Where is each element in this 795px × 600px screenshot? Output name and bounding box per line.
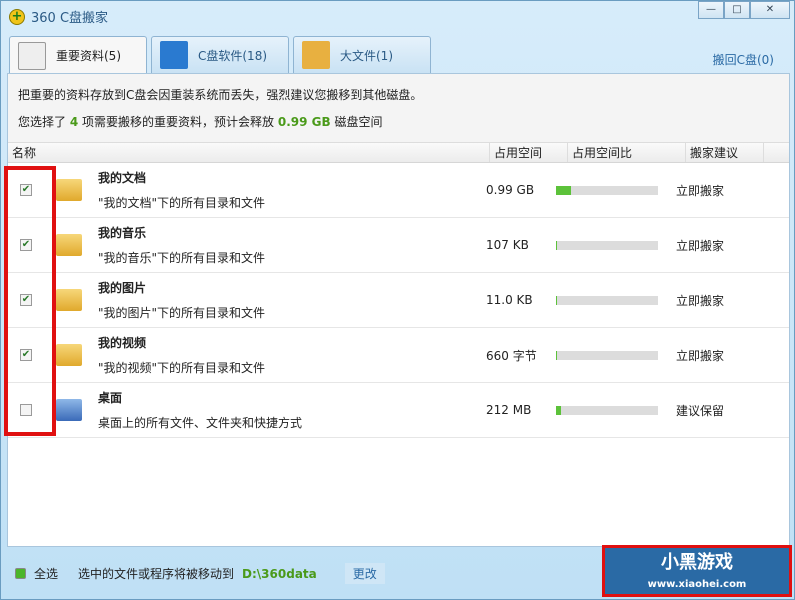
tab-large-files[interactable]: 大文件(1) xyxy=(293,36,431,73)
folder-icon xyxy=(56,344,82,366)
tab-c-drive-software[interactable]: C盘软件(18) xyxy=(151,36,289,73)
row-size: 107 KB xyxy=(486,238,529,252)
c-drive-icon xyxy=(160,41,188,69)
row-name: 桌面 xyxy=(98,391,123,405)
info-section: 把重要的资料存放到C盘会因重装系统而丢失，强烈建议您搬移到其他磁盘。 您选择了 … xyxy=(8,74,789,143)
documents-star-icon xyxy=(18,41,46,70)
desktop-icon xyxy=(56,399,82,421)
row-name: 我的文档 xyxy=(98,171,147,185)
select-all-label[interactable]: 全选 xyxy=(34,565,58,582)
watermark-logo: 小黑游戏 www.xiaohei.com xyxy=(602,545,792,597)
ratio-fill xyxy=(556,295,558,305)
move-text: 选中的文件或程序将被移动到 xyxy=(78,567,235,581)
table-row[interactable]: ✔ 我的视频 "我的视频"下的所有目录和文件 660 字节 立即搬家 xyxy=(8,328,789,383)
row-desc: "我的音乐"下的所有目录和文件 xyxy=(98,251,266,265)
col-name[interactable]: 名称 xyxy=(8,143,490,162)
tab-important-data[interactable]: 重要资料(5) xyxy=(9,36,147,74)
row-desc: 桌面上的所有文件、文件夹和快捷方式 xyxy=(98,416,303,430)
row-size: 11.0 KB xyxy=(486,293,533,307)
table-row[interactable]: 桌面桌面上的所有文件、文件夹和快捷方式 212 MB 建议保留 xyxy=(8,383,789,438)
ratio-bar xyxy=(556,405,658,415)
footer: 全选 选中的文件或程序将被移动到 D:\360data 更改 xyxy=(15,563,385,584)
app-logo-icon: + xyxy=(9,8,25,25)
ratio-bar xyxy=(556,240,658,250)
minimize-button[interactable]: — xyxy=(698,1,724,19)
ratio-bar xyxy=(556,185,658,195)
ratio-bar xyxy=(556,350,658,360)
row-name: 我的音乐 xyxy=(98,226,147,240)
row-desc: "我的视频"下的所有目录和文件 xyxy=(98,361,266,375)
table-row[interactable]: ✔ 我的文档 "我的文档"下的所有目录和文件 0.99 GB 立即搬家 xyxy=(8,163,789,218)
row-desc: "我的图片"下的所有目录和文件 xyxy=(98,306,266,320)
ratio-fill xyxy=(556,185,572,195)
folder-icon xyxy=(56,234,82,256)
select-all-checkbox[interactable] xyxy=(15,568,26,579)
restore-link[interactable]: 搬回C盘(0) xyxy=(713,51,774,68)
ratio-fill xyxy=(556,405,562,415)
app-window: + 360 C盘搬家 — □ ✕ 重要资料(5) C盘软件(18) 大文件(1)… xyxy=(0,0,795,600)
row-desc: "我的文档"下的所有目录和文件 xyxy=(98,196,266,210)
folder-icon xyxy=(56,179,82,201)
row-advice: 建议保留 xyxy=(676,403,725,418)
warning-text: 把重要的资料存放到C盘会因重装系统而丢失，强烈建议您搬移到其他磁盘。 xyxy=(18,88,423,102)
close-button[interactable]: ✕ xyxy=(750,1,790,19)
row-name: 我的图片 xyxy=(98,281,147,295)
row-advice: 立即搬家 xyxy=(676,238,725,253)
row-advice: 立即搬家 xyxy=(676,348,725,363)
maximize-button[interactable]: □ xyxy=(724,1,750,19)
row-size: 660 字节 xyxy=(486,348,537,363)
folder-icon xyxy=(302,41,330,69)
ratio-fill xyxy=(556,350,558,360)
row-size: 212 MB xyxy=(486,403,532,417)
row-name: 我的视频 xyxy=(98,336,147,350)
target-path: D:\360data xyxy=(242,566,317,581)
summary-text: 您选择了 4 项需要搬移的重要资料，预计会释放 0.99 GB 磁盘空间 xyxy=(18,115,383,129)
tab-label: C盘软件(18) xyxy=(198,48,268,63)
tab-label: 重要资料(5) xyxy=(56,49,121,63)
col-size[interactable]: 占用空间 xyxy=(490,143,568,162)
title-bar: + 360 C盘搬家 xyxy=(9,7,108,26)
change-button[interactable]: 更改 xyxy=(344,563,385,584)
tab-label: 大文件(1) xyxy=(340,48,393,63)
ratio-bar xyxy=(556,295,658,305)
folder-icon xyxy=(56,289,82,311)
highlight-box xyxy=(4,166,56,436)
table-row[interactable]: ✔ 我的图片 "我的图片"下的所有目录和文件 11.0 KB 立即搬家 xyxy=(8,273,789,328)
row-advice: 立即搬家 xyxy=(676,183,725,198)
window-title: 360 C盘搬家 xyxy=(31,11,109,26)
ratio-fill xyxy=(556,240,558,250)
table-header: 名称 占用空间 占用空间比 搬家建议 xyxy=(8,143,789,163)
row-advice: 立即搬家 xyxy=(676,293,725,308)
col-ratio[interactable]: 占用空间比 xyxy=(568,143,686,162)
main-panel: 把重要的资料存放到C盘会因重装系统而丢失，强烈建议您搬移到其他磁盘。 您选择了 … xyxy=(7,73,790,547)
row-size: 0.99 GB xyxy=(486,183,535,197)
col-advice[interactable]: 搬家建议 xyxy=(686,143,764,162)
table-row[interactable]: ✔ 我的音乐 "我的音乐"下的所有目录和文件 107 KB 立即搬家 xyxy=(8,218,789,273)
